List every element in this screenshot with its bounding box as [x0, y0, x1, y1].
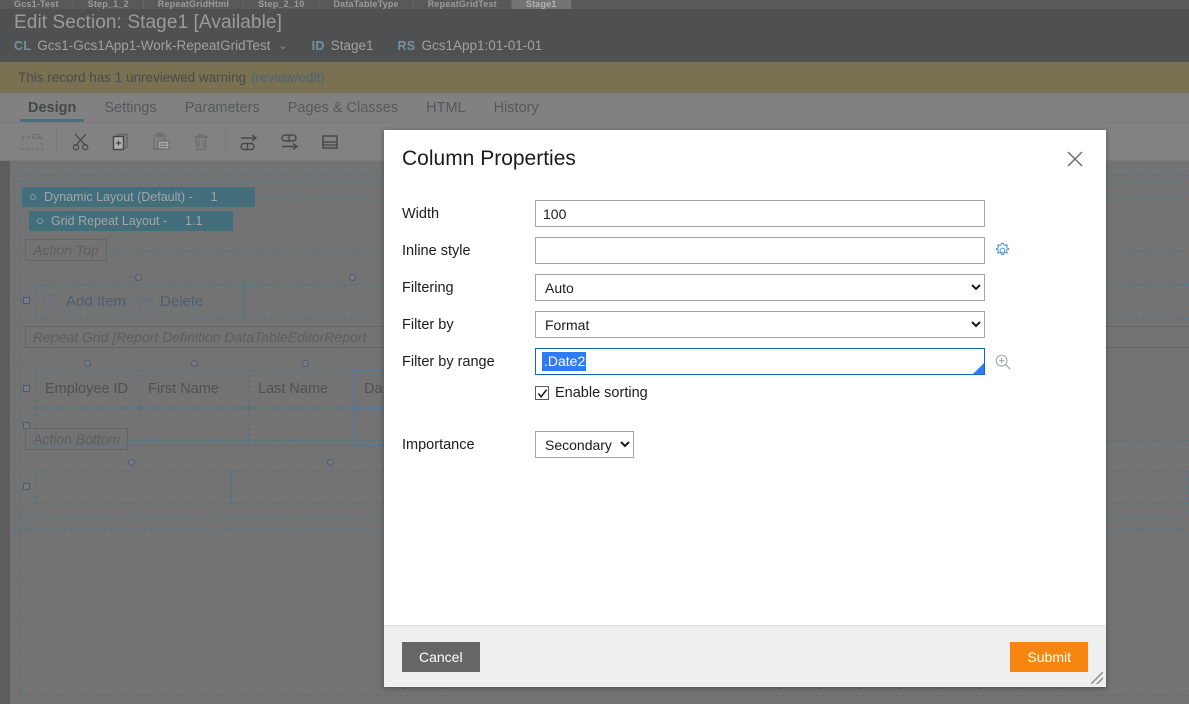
dialog-header: Column Properties [384, 130, 1106, 188]
width-label: Width [402, 205, 440, 222]
field-row-filter-by-range: Filter by range .Date2 [402, 348, 1088, 375]
field-row-inline-style: Inline style [402, 237, 1088, 264]
field-row-width: Width [402, 200, 1088, 227]
resize-grip-icon[interactable] [1091, 672, 1103, 684]
enable-sorting-label: Enable sorting [555, 385, 648, 401]
submit-button[interactable]: Submit [1010, 641, 1088, 672]
width-input[interactable] [535, 200, 985, 227]
search-zoom-icon[interactable] [994, 353, 1012, 371]
importance-select[interactable]: Secondary [535, 431, 634, 458]
inline-style-input[interactable] [535, 237, 985, 264]
dialog-title: Column Properties [402, 147, 576, 170]
filter-by-range-label: Filter by range [402, 353, 495, 370]
filtering-control: Auto [535, 274, 1088, 301]
field-row-filter-by: Filter by Format [402, 311, 1088, 338]
filtering-select[interactable]: Auto [535, 274, 985, 301]
textarea-resize-grip[interactable] [973, 363, 984, 374]
close-icon[interactable] [1062, 146, 1088, 172]
field-row-filtering: Filtering Auto [402, 274, 1088, 301]
filter-by-select[interactable]: Format [535, 311, 985, 338]
importance-label: Importance [402, 436, 475, 453]
enable-sorting-row[interactable]: Enable sorting [535, 385, 1088, 401]
inline-style-label: Inline style [402, 242, 471, 259]
dialog-footer: Cancel Submit [384, 625, 1106, 687]
filter-by-label: Filter by [402, 316, 454, 333]
importance-control: Secondary [535, 431, 1088, 458]
dialog-body: Width Inline style Filtering [384, 188, 1106, 625]
cancel-button[interactable]: Cancel [402, 641, 480, 672]
filter-by-range-control: .Date2 [535, 348, 1088, 375]
width-control [535, 200, 1088, 227]
enable-sorting-checkbox[interactable] [535, 386, 549, 400]
filtering-label: Filtering [402, 279, 454, 296]
filter-by-control: Format [535, 311, 1088, 338]
inline-style-control [535, 237, 1088, 264]
field-row-importance: Importance Secondary [402, 431, 1088, 458]
filter-by-range-input[interactable]: .Date2 [535, 348, 985, 375]
filter-by-range-selected-text: .Date2 [542, 352, 587, 371]
gear-icon[interactable] [994, 242, 1011, 259]
column-properties-dialog: Column Properties Width Inline style [384, 130, 1106, 687]
